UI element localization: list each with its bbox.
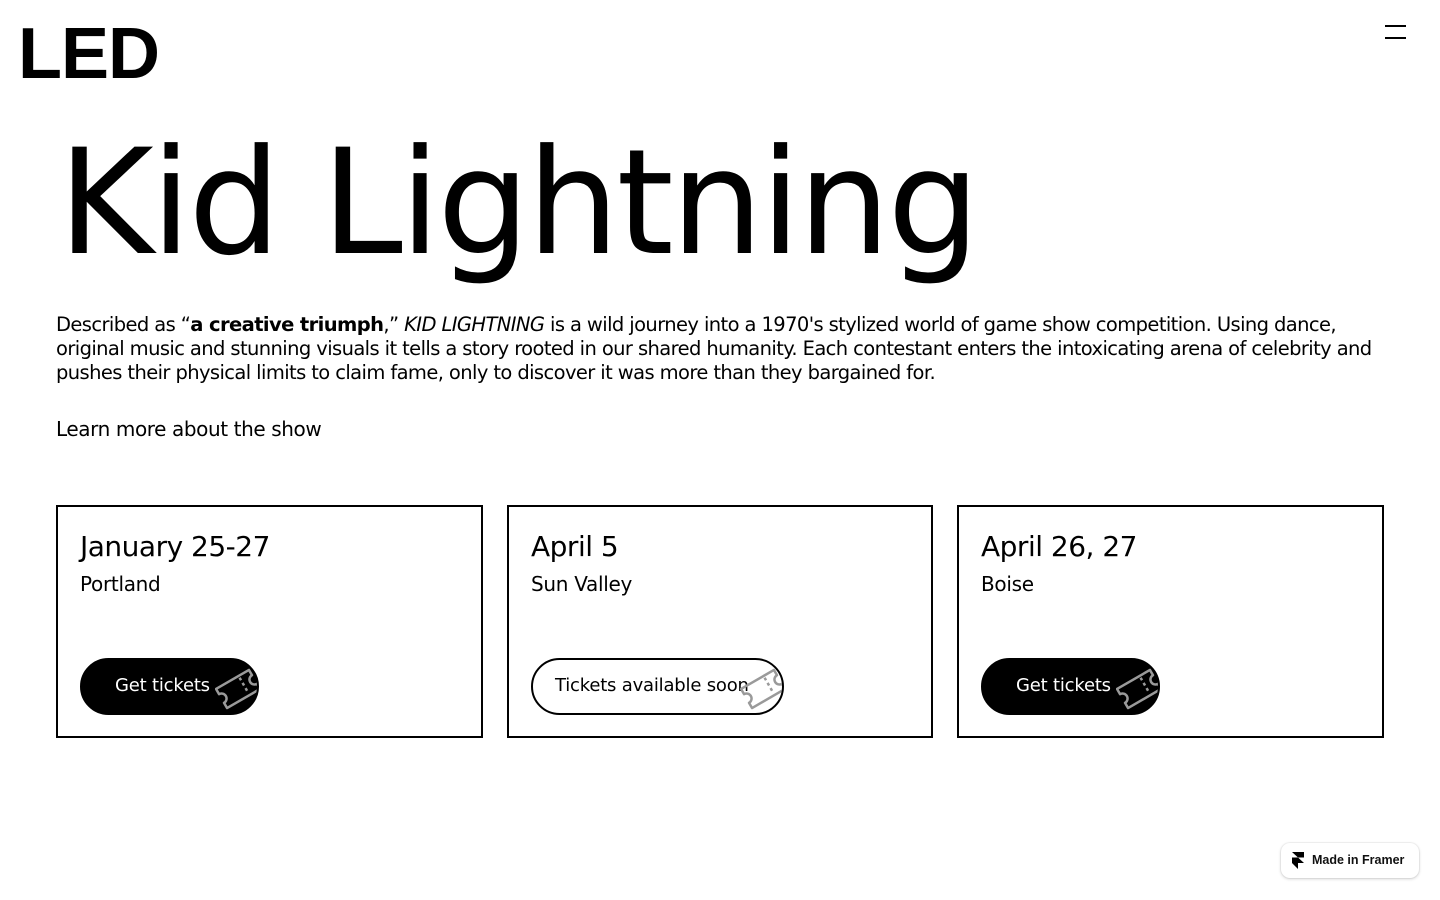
tickets-available-soon-button[interactable]: Tickets available soon [531, 658, 784, 715]
description-text-2: ,” [383, 313, 405, 336]
show-city: Sun Valley [531, 572, 633, 596]
made-in-framer-badge[interactable]: Made in Framer [1281, 843, 1419, 878]
ticket-icon [215, 668, 257, 710]
learn-more-link[interactable]: Learn more about the show [56, 416, 322, 442]
site-logo[interactable]: LED [18, 14, 160, 94]
show-card-portland: January 25-27 Portland Get tickets [56, 505, 483, 738]
show-date: April 26, 27 [981, 530, 1137, 563]
button-label: Tickets available soon [555, 675, 749, 696]
description-show-name: KID LIGHTNING [404, 313, 545, 336]
button-label: Get tickets [1016, 675, 1111, 696]
button-label: Get tickets [115, 675, 210, 696]
ticket-icon [740, 668, 782, 710]
page-title: Kid Lightning [58, 118, 980, 288]
show-city: Boise [981, 572, 1034, 596]
description-quote: a creative triumph [190, 313, 384, 336]
show-description: Described as “a creative triumph,” KID L… [56, 313, 1396, 385]
get-tickets-button[interactable]: Get tickets [80, 658, 259, 715]
show-city: Portland [80, 572, 161, 596]
description-text-1: Described as “ [56, 313, 191, 336]
get-tickets-button[interactable]: Get tickets [981, 658, 1160, 715]
ticket-icon [1116, 668, 1158, 710]
badge-label: Made in Framer [1312, 853, 1405, 867]
framer-logo-icon [1292, 852, 1304, 869]
hamburger-menu-icon[interactable] [1378, 18, 1414, 46]
show-date: January 25-27 [80, 530, 270, 563]
show-date: April 5 [531, 530, 619, 563]
show-card-boise: April 26, 27 Boise Get tickets [957, 505, 1384, 738]
show-card-sun-valley: April 5 Sun Valley Tickets available soo… [507, 505, 933, 738]
